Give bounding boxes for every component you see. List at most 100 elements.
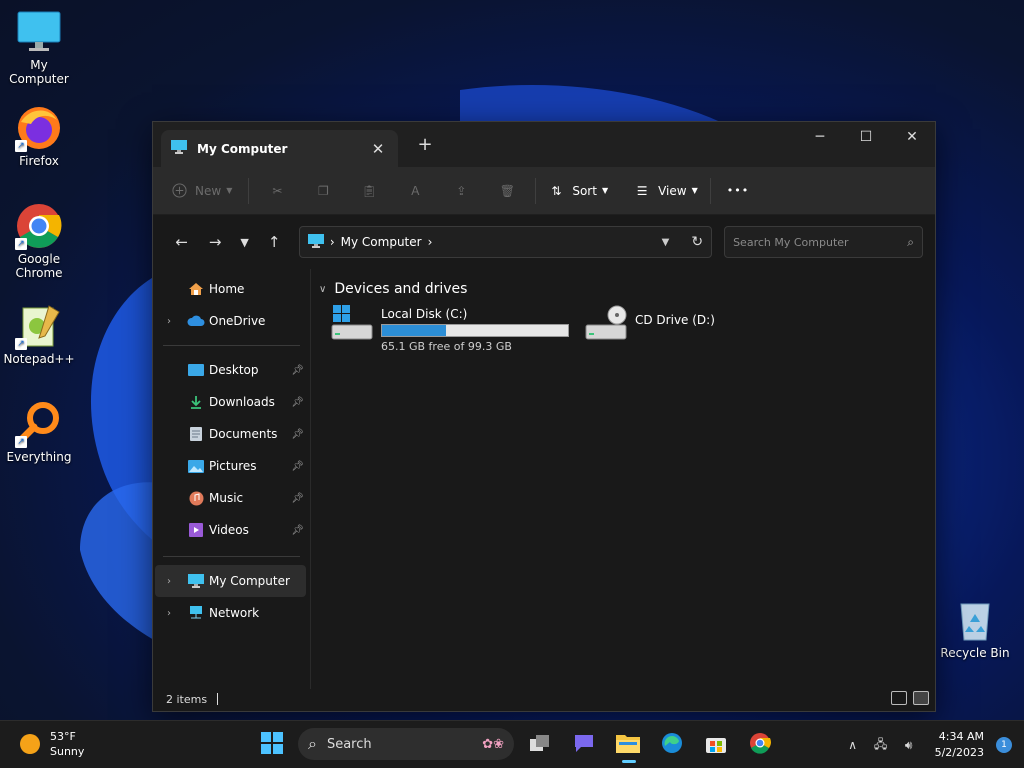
chevron-down-icon: ∨ [319, 283, 327, 295]
up-button[interactable]: ↑ [257, 233, 290, 251]
search-icon: ⌕ [308, 734, 317, 753]
monitor-icon [307, 233, 324, 251]
drive-item-c[interactable]: Local Disk (C:) 65.1 GB free of 99.3 GB [331, 305, 569, 353]
flowers-icon: ✿❀ [482, 736, 504, 752]
desktop-icon-notepadpp[interactable]: ↗ Notepad++ [0, 302, 78, 366]
monitor-icon [171, 140, 187, 157]
tab-my-computer[interactable]: My Computer ✕ [161, 130, 398, 167]
group-header-devices[interactable]: ∨ Devices and drives [319, 279, 935, 299]
maximize-button[interactable]: ☐ [843, 122, 889, 152]
view-button[interactable]: ☰ View ▼ [634, 175, 698, 207]
nav-divider [163, 345, 300, 346]
nav-item-downloads[interactable]: Downloads 📌︎ [153, 386, 310, 418]
nav-item-documents[interactable]: Documents 📌︎ [153, 418, 310, 450]
cut-icon[interactable]: ✂ [269, 183, 285, 199]
item-count: 2 items [166, 692, 208, 706]
search-box[interactable]: ⌕ [724, 226, 923, 258]
pin-icon[interactable]: 📌︎ [291, 365, 304, 376]
forward-button[interactable]: → [198, 233, 231, 251]
minimize-button[interactable]: ─ [797, 122, 843, 152]
recycle-bin-icon [951, 596, 999, 644]
tiles-view-icon[interactable] [913, 691, 929, 705]
chevron-right-icon[interactable]: › [428, 235, 433, 249]
drive-item-d[interactable]: CD Drive (D:) [585, 305, 715, 353]
chevron-right-icon[interactable]: › [161, 576, 177, 587]
refresh-icon[interactable]: ↻ [691, 234, 703, 250]
nav-label: Videos [209, 523, 249, 537]
clock[interactable]: 4:34 AM 5/2/2023 [935, 729, 984, 761]
new-tab-button[interactable]: + [415, 134, 435, 155]
group-title: Devices and drives [334, 281, 468, 297]
nav-item-home[interactable]: Home [153, 273, 310, 305]
file-explorer-window: My Computer ✕ + ─ ☐ ✕ New ▼ ✂ ❐ 📋︎ Ａ ⇪ 🗑… [152, 121, 936, 712]
edge-button[interactable] [654, 725, 690, 763]
sort-icon: ⇅ [551, 183, 562, 198]
address-history-chevron-icon[interactable]: ▼ [662, 237, 670, 248]
chevron-right-icon[interactable]: › [161, 608, 177, 619]
chrome-taskbar-button[interactable] [742, 725, 778, 763]
desktop-icon-chrome[interactable]: ↗ Google Chrome [0, 202, 78, 280]
sort-button[interactable]: ⇅ Sort ▼ [548, 175, 608, 207]
network-icon [187, 605, 205, 621]
copy-icon[interactable]: ❐ [315, 183, 331, 199]
taskbar: 53°F Sunny ⌕ Search ✿❀ ∧ 🖧︎ 🔊︎ 4:34 AM 5… [0, 720, 1024, 768]
maximize-icon: ☐ [859, 129, 873, 145]
start-button[interactable] [254, 725, 290, 763]
desktop-icon-label: My Computer [9, 58, 69, 86]
pin-icon[interactable]: 📌︎ [291, 525, 304, 536]
pin-icon[interactable]: 📌︎ [291, 397, 304, 408]
close-window-button[interactable]: ✕ [889, 122, 935, 152]
delete-icon[interactable]: 🗑︎ [499, 183, 515, 199]
magnifier-icon: ↗ [15, 400, 63, 448]
nav-label: Pictures [209, 459, 257, 473]
rename-icon[interactable]: Ａ [407, 183, 423, 199]
clock-time: 4:34 AM [938, 730, 984, 743]
nav-item-onedrive[interactable]: › OneDrive [153, 305, 310, 337]
pin-icon[interactable]: 📌︎ [291, 429, 304, 440]
more-icon: ••• [726, 184, 750, 197]
file-explorer-taskbar-button[interactable] [610, 725, 646, 763]
chevron-down-icon: ▼ [226, 186, 233, 195]
chevron-up-icon[interactable]: ∧ [841, 738, 865, 752]
windows-logo-icon [261, 731, 283, 757]
desktop-icon-everything[interactable]: ↗ Everything [0, 400, 78, 464]
desktop-icon-recycle-bin[interactable]: Recycle Bin [936, 596, 1014, 660]
weather-widget[interactable]: 53°F Sunny [20, 729, 84, 759]
tab-title: My Computer [197, 141, 288, 156]
taskbar-search[interactable]: ⌕ Search ✿❀ [298, 728, 514, 760]
drive-usage-fill [382, 325, 446, 336]
network-status-icon[interactable]: 🖧︎ [869, 735, 893, 756]
new-button[interactable]: New ▼ [171, 175, 232, 207]
drive-name: Local Disk (C:) [381, 307, 468, 321]
nav-item-network[interactable]: › Network [153, 597, 310, 629]
nav-item-my-computer[interactable]: › My Computer [155, 565, 306, 597]
search-input[interactable] [733, 235, 908, 249]
nav-item-music[interactable]: Music 📌︎ [153, 482, 310, 514]
nav-item-pictures[interactable]: Pictures 📌︎ [153, 450, 310, 482]
video-icon [187, 522, 205, 538]
chevron-right-icon[interactable]: › [161, 316, 177, 327]
back-button[interactable]: ← [165, 233, 198, 251]
chat-button[interactable] [566, 725, 602, 763]
desktop-icon-my-computer[interactable]: My Computer [0, 8, 78, 86]
task-view-button[interactable] [522, 725, 558, 763]
more-options-button[interactable]: ••• [727, 175, 749, 207]
nav-item-videos[interactable]: Videos 📌︎ [153, 514, 310, 546]
recent-locations-button[interactable]: ▼ [232, 236, 258, 249]
pin-icon[interactable]: 📌︎ [291, 461, 304, 472]
notification-badge[interactable]: 1 [996, 737, 1012, 753]
sort-label: Sort [572, 183, 597, 198]
speaker-icon[interactable]: 🔊︎ [897, 738, 921, 753]
pin-icon[interactable]: 📌︎ [291, 493, 304, 504]
desktop-icon-firefox[interactable]: ↗ Firefox [0, 104, 78, 168]
paste-icon[interactable]: 📋︎ [361, 183, 377, 199]
breadcrumb-my-computer[interactable]: My Computer [341, 235, 422, 249]
command-bar: New ▼ ✂ ❐ 📋︎ Ａ ⇪ 🗑︎ ⇅ Sort ▼ ☰ View ▼ ••… [153, 167, 935, 215]
taskbar-search-label: Search [326, 736, 372, 752]
close-tab-button[interactable]: ✕ [368, 140, 388, 158]
store-button[interactable] [698, 725, 734, 763]
address-box[interactable]: › My Computer › ▼ ↻ [298, 226, 713, 258]
details-view-icon[interactable] [891, 691, 907, 705]
share-icon[interactable]: ⇪ [453, 183, 469, 199]
nav-item-desktop[interactable]: Desktop 📌︎ [153, 354, 310, 386]
